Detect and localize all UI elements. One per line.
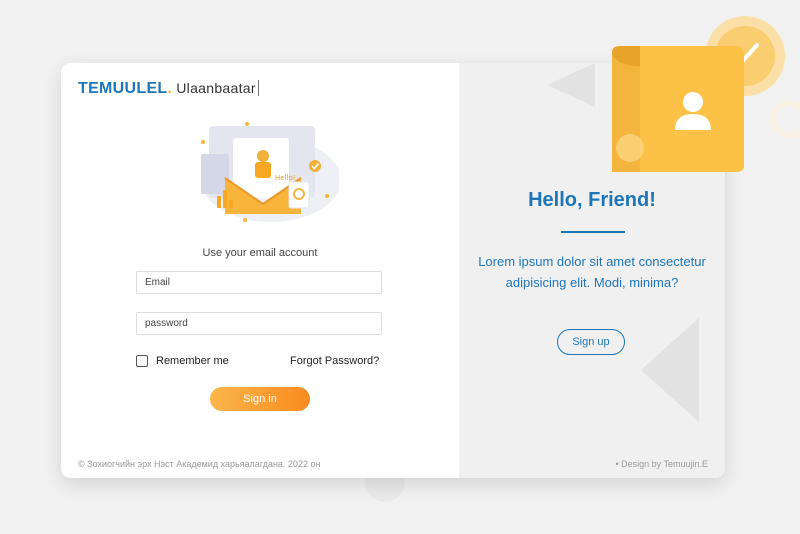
user-paper-card	[612, 46, 744, 172]
decor-triangle-bottom	[641, 318, 699, 422]
welcome-title: Hello, Friend!	[528, 189, 656, 211]
brand-city: Ulaanbaatar	[176, 80, 259, 96]
password-input[interactable]	[136, 312, 382, 335]
welcome-description: Lorem ipsum dolor sit amet consectetur a…	[478, 254, 706, 290]
login-panel: TEMUULEL. Ulaanbaatar Hello! Use your ema	[61, 63, 459, 478]
remember-me[interactable]: Remember me	[136, 355, 229, 367]
brand-dot: .	[167, 80, 173, 97]
login-subtitle: Use your email account	[202, 247, 318, 259]
decor-triangle-top	[547, 63, 595, 107]
brand-name: TEMUULEL	[78, 80, 168, 97]
forgot-password-link[interactable]: Forgot Password?	[290, 355, 379, 367]
remember-checkbox[interactable]	[136, 355, 148, 367]
email-illustration: Hello!	[201, 122, 339, 222]
bg-circle-right	[770, 100, 800, 138]
design-credit: • Design by Temuujin.E	[615, 459, 708, 469]
illustration-text: Hello!	[275, 174, 296, 182]
welcome-divider	[561, 231, 625, 233]
brand-logo: TEMUULEL. Ulaanbaatar	[78, 80, 259, 98]
copyright-text: © Зохиогчийн эрх Нэст Академид харьяалаг…	[78, 459, 321, 469]
remember-label: Remember me	[156, 355, 229, 367]
sign-up-button[interactable]: Sign up	[557, 329, 625, 355]
sign-in-button[interactable]: Sign in	[210, 387, 310, 411]
email-input[interactable]	[136, 271, 382, 294]
